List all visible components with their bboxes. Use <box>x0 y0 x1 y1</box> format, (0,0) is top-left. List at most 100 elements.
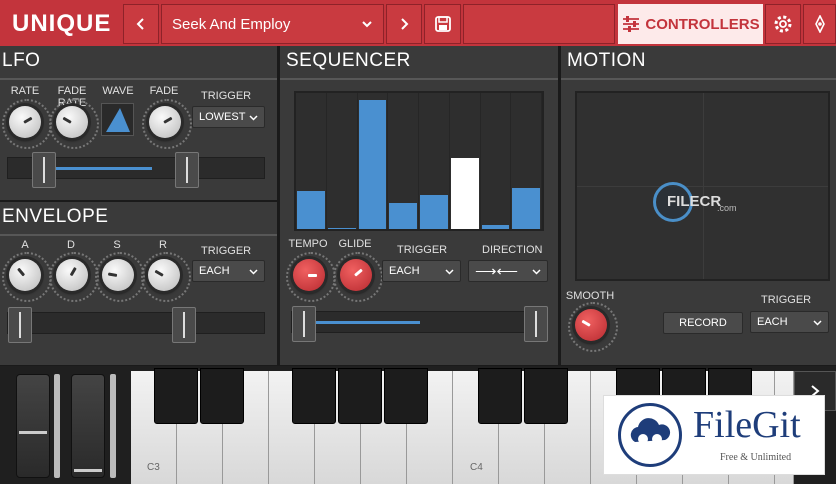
sequencer-step-column[interactable] <box>327 93 358 229</box>
filegit-logo <box>618 403 682 467</box>
envelope-trigger-label: TRIGGER <box>201 245 252 257</box>
fade-label: FADE <box>149 85 179 97</box>
release-knob[interactable] <box>141 252 191 302</box>
sequencer-title: SEQUENCER <box>286 50 411 71</box>
sequencer-step-column[interactable] <box>419 93 450 229</box>
envelope-panel: ENVELOPE A D S R TRIGGER EACH <box>0 202 277 365</box>
piano-black-key[interactable] <box>338 368 382 424</box>
c3-key-label: C3 <box>147 462 160 473</box>
decay-knob[interactable] <box>49 252 99 302</box>
smooth-label: SMOOTH <box>565 290 615 302</box>
glide-label: GLIDE <box>338 238 372 250</box>
sequencer-step-grid[interactable] <box>294 91 544 231</box>
sequencer-step-column[interactable] <box>388 93 419 229</box>
record-button[interactable]: RECORD <box>663 312 743 334</box>
sequencer-trigger-dropdown[interactable]: EACH <box>382 260 461 282</box>
piano-black-key[interactable] <box>524 368 568 424</box>
chevron-left-icon <box>136 18 144 30</box>
sequencer-divider <box>280 78 558 80</box>
sequencer-range-max-handle[interactable] <box>524 306 548 342</box>
gear-icon <box>774 15 792 33</box>
sequencer-step-column[interactable] <box>511 93 542 229</box>
tempo-knob[interactable] <box>286 252 336 302</box>
sequencer-trigger-label: TRIGGER <box>397 244 448 256</box>
envelope-range-max-handle[interactable] <box>172 307 196 343</box>
navigation-icon <box>814 15 825 33</box>
wave-selector[interactable] <box>101 103 134 136</box>
fade-knob[interactable] <box>142 99 192 149</box>
motion-trigger-dropdown[interactable]: EACH <box>750 311 829 333</box>
previous-preset-button[interactable] <box>123 4 159 44</box>
sequencer-range-slider[interactable] <box>291 306 548 342</box>
mod-wheel-marker <box>74 469 102 472</box>
envelope-range-min-handle[interactable] <box>8 307 32 343</box>
attack-label: A <box>21 239 29 251</box>
chevron-down-icon <box>249 114 258 121</box>
direction-dropdown[interactable]: ⟶⟵ <box>468 260 548 282</box>
next-preset-button[interactable] <box>386 4 422 44</box>
sustain-knob[interactable] <box>95 252 145 302</box>
sequencer-step-bar <box>358 99 387 229</box>
filecr-watermark-text: FILECR <box>667 193 722 210</box>
envelope-range-slider[interactable] <box>7 307 265 343</box>
controllers-button[interactable]: CONTROLLERS <box>618 4 763 44</box>
rate-knob[interactable] <box>2 99 52 149</box>
preset-selector[interactable]: Seek And Employ <box>161 4 384 44</box>
envelope-divider <box>0 234 277 236</box>
chevron-down-icon <box>813 319 822 326</box>
sequencer-step-bar <box>297 190 325 229</box>
sequencer-step-bar <box>450 158 479 229</box>
direction-value: ⟶⟵ <box>475 263 519 280</box>
save-icon <box>434 16 451 32</box>
sequencer-step-column[interactable] <box>450 93 481 229</box>
envelope-title: ENVELOPE <box>2 206 109 227</box>
pitch-wheel[interactable] <box>16 374 50 478</box>
glide-knob[interactable] <box>333 252 383 302</box>
sequencer-step-column[interactable] <box>358 93 389 229</box>
chevron-down-icon <box>532 268 541 275</box>
mod-wheel[interactable] <box>71 374 105 478</box>
top-bar: UNIQUE Seek And Employ CONTROLLERS <box>0 0 836 46</box>
controllers-label: CONTROLLERS <box>645 15 760 33</box>
lfo-range-max-handle[interactable] <box>175 152 199 188</box>
sequencer-trigger-value: EACH <box>389 265 420 277</box>
fade-rate-knob[interactable] <box>49 99 99 149</box>
motion-trigger-value: EACH <box>757 316 788 328</box>
save-preset-button[interactable] <box>424 4 461 44</box>
sequencer-range-fill <box>316 321 420 324</box>
piano-black-key[interactable] <box>478 368 522 424</box>
piano-black-key[interactable] <box>200 368 244 424</box>
navigation-button[interactable] <box>803 4 836 44</box>
settings-button[interactable] <box>765 4 801 44</box>
decay-label: D <box>67 239 75 251</box>
c4-key-label: C4 <box>470 462 483 473</box>
lfo-range-slider[interactable] <box>7 152 265 188</box>
attack-knob[interactable] <box>2 252 52 302</box>
chevron-down-icon <box>249 268 258 275</box>
piano-black-key[interactable] <box>292 368 336 424</box>
lfo-divider <box>0 78 277 80</box>
rate-label: RATE <box>10 85 40 97</box>
sequencer-step-bar <box>420 195 448 229</box>
lfo-trigger-dropdown[interactable]: LOWEST <box>192 106 265 128</box>
piano-black-key[interactable] <box>384 368 428 424</box>
mod-wheel-rail <box>110 374 116 478</box>
sliders-icon <box>623 16 640 32</box>
lfo-range-fill <box>56 167 152 170</box>
tempo-label: TEMPO <box>288 238 328 250</box>
sequencer-range-min-handle[interactable] <box>292 306 316 342</box>
smooth-knob[interactable] <box>568 302 618 352</box>
release-label: R <box>159 239 167 251</box>
lfo-trigger-label: TRIGGER <box>201 90 252 102</box>
sequencer-step-column[interactable] <box>481 93 512 229</box>
sequencer-step-bar <box>512 188 540 229</box>
sequencer-step-column[interactable] <box>296 93 327 229</box>
lfo-trigger-value: LOWEST <box>199 111 246 123</box>
piano-black-key[interactable] <box>154 368 198 424</box>
sequencer-step-bar <box>481 224 510 229</box>
filegit-watermark: FileGit Free & Unlimited <box>603 395 825 475</box>
envelope-trigger-dropdown[interactable]: EACH <box>192 260 265 282</box>
motion-xy-pad[interactable]: FILECR .com <box>575 91 830 281</box>
lfo-range-min-handle[interactable] <box>32 152 56 188</box>
app-logo: UNIQUE <box>0 4 120 44</box>
